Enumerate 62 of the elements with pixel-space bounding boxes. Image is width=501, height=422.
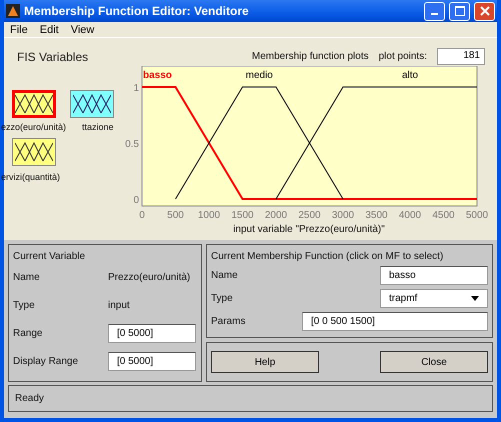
x-tick-label: 4500 [432,210,455,221]
input-field[interactable]: [0 5000] [108,352,196,371]
plot-points-label: plot points: [378,50,427,62]
close-button[interactable] [474,2,495,20]
y-tick-label: 1 [133,83,139,94]
curve-label: alto [402,70,418,81]
dialog-button[interactable]: Help [211,351,319,373]
dialog-button[interactable]: Close [380,351,488,373]
plot-title: Membership function plots [252,50,369,62]
input-field[interactable]: [0 0 500 1500] [302,312,488,330]
curve-label: basso [143,70,172,81]
field-label: Name [211,270,238,280]
x-tick-label: 5000 [466,210,488,221]
x-tick-label: 1000 [198,210,220,221]
x-tick-label: 2000 [264,210,288,221]
y-tick-label: 0.5 [125,139,139,150]
input-field[interactable]: basso [380,266,488,284]
membership-curve[interactable] [175,86,344,200]
x-tick-label: 1500 [231,210,254,221]
variable-tile[interactable] [70,90,114,118]
membership-curve[interactable] [142,86,477,200]
x-tick-label: 0 [139,210,145,221]
field-label: Type [211,292,233,304]
membership-functions-icon [73,93,111,115]
fis-variables-title: FIS Variables [16,50,90,64]
field-label: Type [13,300,36,311]
x-tick-label: 3000 [332,210,354,221]
type-dropdown[interactable]: trapmf [380,288,488,308]
menu-item[interactable]: File [10,24,28,36]
x-tick-label: 4000 [398,210,422,221]
field-label: Range [13,328,44,339]
panel-title: Current Membership Function (click on MF to select) [211,251,444,262]
field-value: input [108,300,130,311]
minimize-button[interactable] [424,2,445,20]
input-field[interactable]: [0 5000] [108,324,196,343]
menu-item[interactable]: Edit [40,24,59,36]
field-label: Display Range [13,356,80,367]
field-value: Prezzo(euro/unità) [108,272,190,283]
curve-label: medio [246,70,273,81]
variable-label: ttazione [82,122,114,132]
y-tick-label: 0 [133,195,139,206]
field-label: Params [211,316,246,326]
menu-item[interactable]: View [70,24,94,36]
app-icon [6,4,20,18]
x-tick-label: 500 [167,210,184,221]
maximize-button[interactable] [449,2,470,20]
panel-title: Current Variable [13,251,86,262]
variable-tile[interactable] [12,90,56,118]
membership-curve[interactable] [276,86,478,200]
membership-functions-icon [15,141,53,163]
x-tick-label: 2500 [298,210,321,221]
plot-points-field[interactable]: 181 [437,48,485,64]
dropdown-arrow-icon [471,296,479,300]
window-title: Membership Function Editor: Venditore [24,4,250,18]
status-text: Ready [15,393,44,404]
close-icon [480,6,490,16]
field-label: Name [13,272,41,283]
x-axis-label: input variable "Prezzo(euro/unità)" [233,224,385,235]
x-tick-label: 3500 [365,210,388,221]
maximize-icon [454,6,464,16]
variable-tile[interactable] [12,138,56,166]
membership-functions-icon [15,93,53,115]
